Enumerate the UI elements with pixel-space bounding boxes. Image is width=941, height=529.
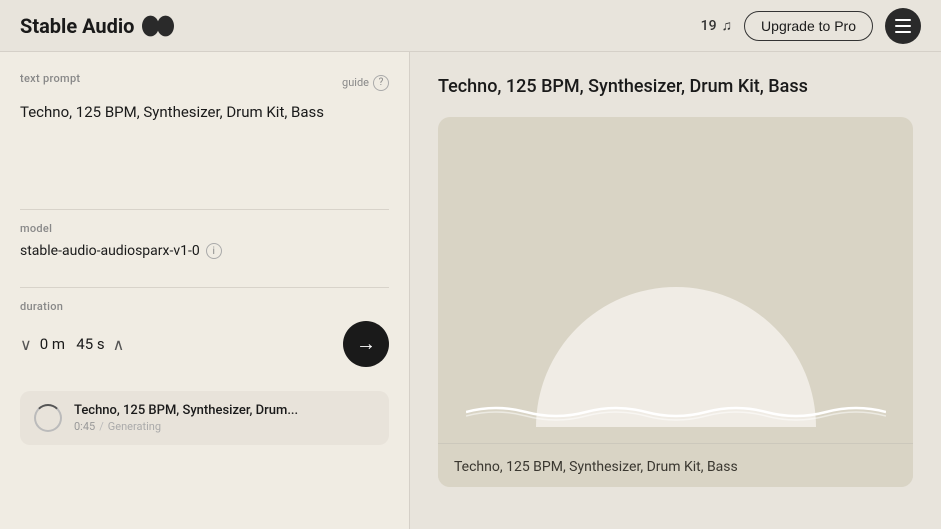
duration-time: 0 m 45 s <box>40 335 105 353</box>
right-panel: Techno, 125 BPM, Synthesizer, Drum Kit, … <box>410 52 941 529</box>
card-footer-text: Techno, 125 BPM, Synthesizer, Drum Kit, … <box>454 459 738 475</box>
sun-container <box>438 117 913 427</box>
main-layout: text prompt guide ? Techno, 125 BPM, Syn… <box>0 52 941 529</box>
card-footer: Techno, 125 BPM, Synthesizer, Drum Kit, … <box>438 443 913 487</box>
wave-svg <box>466 398 886 426</box>
divider-1 <box>20 209 389 210</box>
model-info-icon[interactable]: i <box>206 243 222 259</box>
prompt-text[interactable]: Techno, 125 BPM, Synthesizer, Drum Kit, … <box>20 101 389 181</box>
arrow-right-icon: → <box>356 333 376 356</box>
guide-label-text: guide <box>342 76 369 89</box>
model-value-row: stable-audio-audiosparx-v1-0 i <box>20 243 389 259</box>
chevron-down-icon[interactable]: ∨ <box>20 335 32 354</box>
menu-line-1 <box>895 19 911 21</box>
audio-card: Techno, 125 BPM, Synthesizer, Drum Kit, … <box>438 117 913 487</box>
track-spinner-icon <box>34 404 62 432</box>
music-note-icon: ♫ <box>722 17 733 34</box>
track-duration: 0:45 <box>74 420 95 433</box>
track-info: Techno, 125 BPM, Synthesizer, Drum... 0:… <box>74 403 375 433</box>
header-left: Stable Audio <box>20 14 174 38</box>
generate-button[interactable]: → <box>343 321 389 367</box>
duration-label: duration <box>20 300 389 313</box>
logo-icon <box>142 16 174 36</box>
guide-link[interactable]: guide ? <box>342 75 389 91</box>
chevron-up-icon[interactable]: ∧ <box>113 335 125 354</box>
header: Stable Audio 19 ♫ Upgrade to Pro <box>0 0 941 52</box>
guide-question-icon: ? <box>373 75 389 91</box>
track-meta: 0:45 / Generating <box>74 420 375 433</box>
divider-2 <box>20 287 389 288</box>
duration-controls: ∨ 0 m 45 s ∧ <box>20 335 124 354</box>
left-panel: text prompt guide ? Techno, 125 BPM, Syn… <box>0 52 410 529</box>
model-section: model stable-audio-audiosparx-v1-0 i <box>20 222 389 259</box>
menu-line-2 <box>895 25 911 27</box>
track-item[interactable]: Techno, 125 BPM, Synthesizer, Drum... 0:… <box>20 391 389 445</box>
upgrade-button[interactable]: Upgrade to Pro <box>744 11 873 41</box>
track-title: Techno, 125 BPM, Synthesizer, Drum... <box>74 403 375 418</box>
right-panel-title: Techno, 125 BPM, Synthesizer, Drum Kit, … <box>438 76 913 97</box>
wave-container <box>438 397 913 427</box>
track-meta-separator: / <box>99 420 104 433</box>
credits-count: 19 <box>701 18 717 34</box>
menu-button[interactable] <box>885 8 921 44</box>
model-label: model <box>20 222 389 235</box>
duration-seconds: 45 s <box>76 335 104 353</box>
credits-display: 19 ♫ <box>701 17 732 34</box>
text-prompt-header: text prompt guide ? <box>20 72 389 93</box>
duration-section: duration ∨ 0 m 45 s ∧ → <box>20 300 389 367</box>
logo-text: Stable Audio <box>20 14 134 38</box>
menu-line-3 <box>895 31 911 33</box>
track-status: Generating <box>108 420 161 433</box>
duration-minutes: 0 m <box>40 335 65 353</box>
duration-row: ∨ 0 m 45 s ∧ → <box>20 321 389 367</box>
text-prompt-label: text prompt <box>20 72 80 85</box>
header-right: 19 ♫ Upgrade to Pro <box>701 8 921 44</box>
text-prompt-section: text prompt guide ? Techno, 125 BPM, Syn… <box>20 72 389 181</box>
model-name: stable-audio-audiosparx-v1-0 <box>20 243 200 259</box>
duration-separator <box>69 337 72 352</box>
